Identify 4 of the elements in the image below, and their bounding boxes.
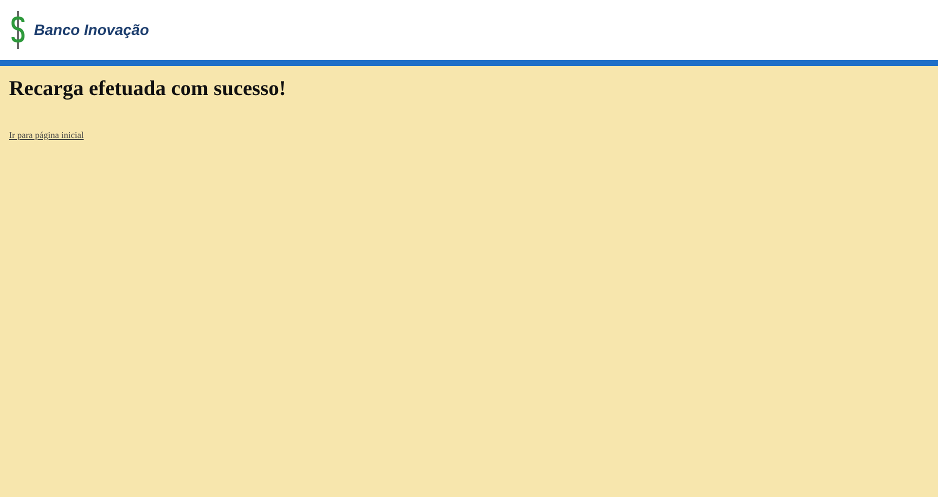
dollar-sign-icon bbox=[10, 10, 26, 50]
success-heading: Recarga efetuada com sucesso! bbox=[9, 76, 288, 101]
home-link[interactable]: Ir para página inicial bbox=[9, 130, 84, 140]
brand-name: Banco Inovação bbox=[34, 22, 150, 38]
